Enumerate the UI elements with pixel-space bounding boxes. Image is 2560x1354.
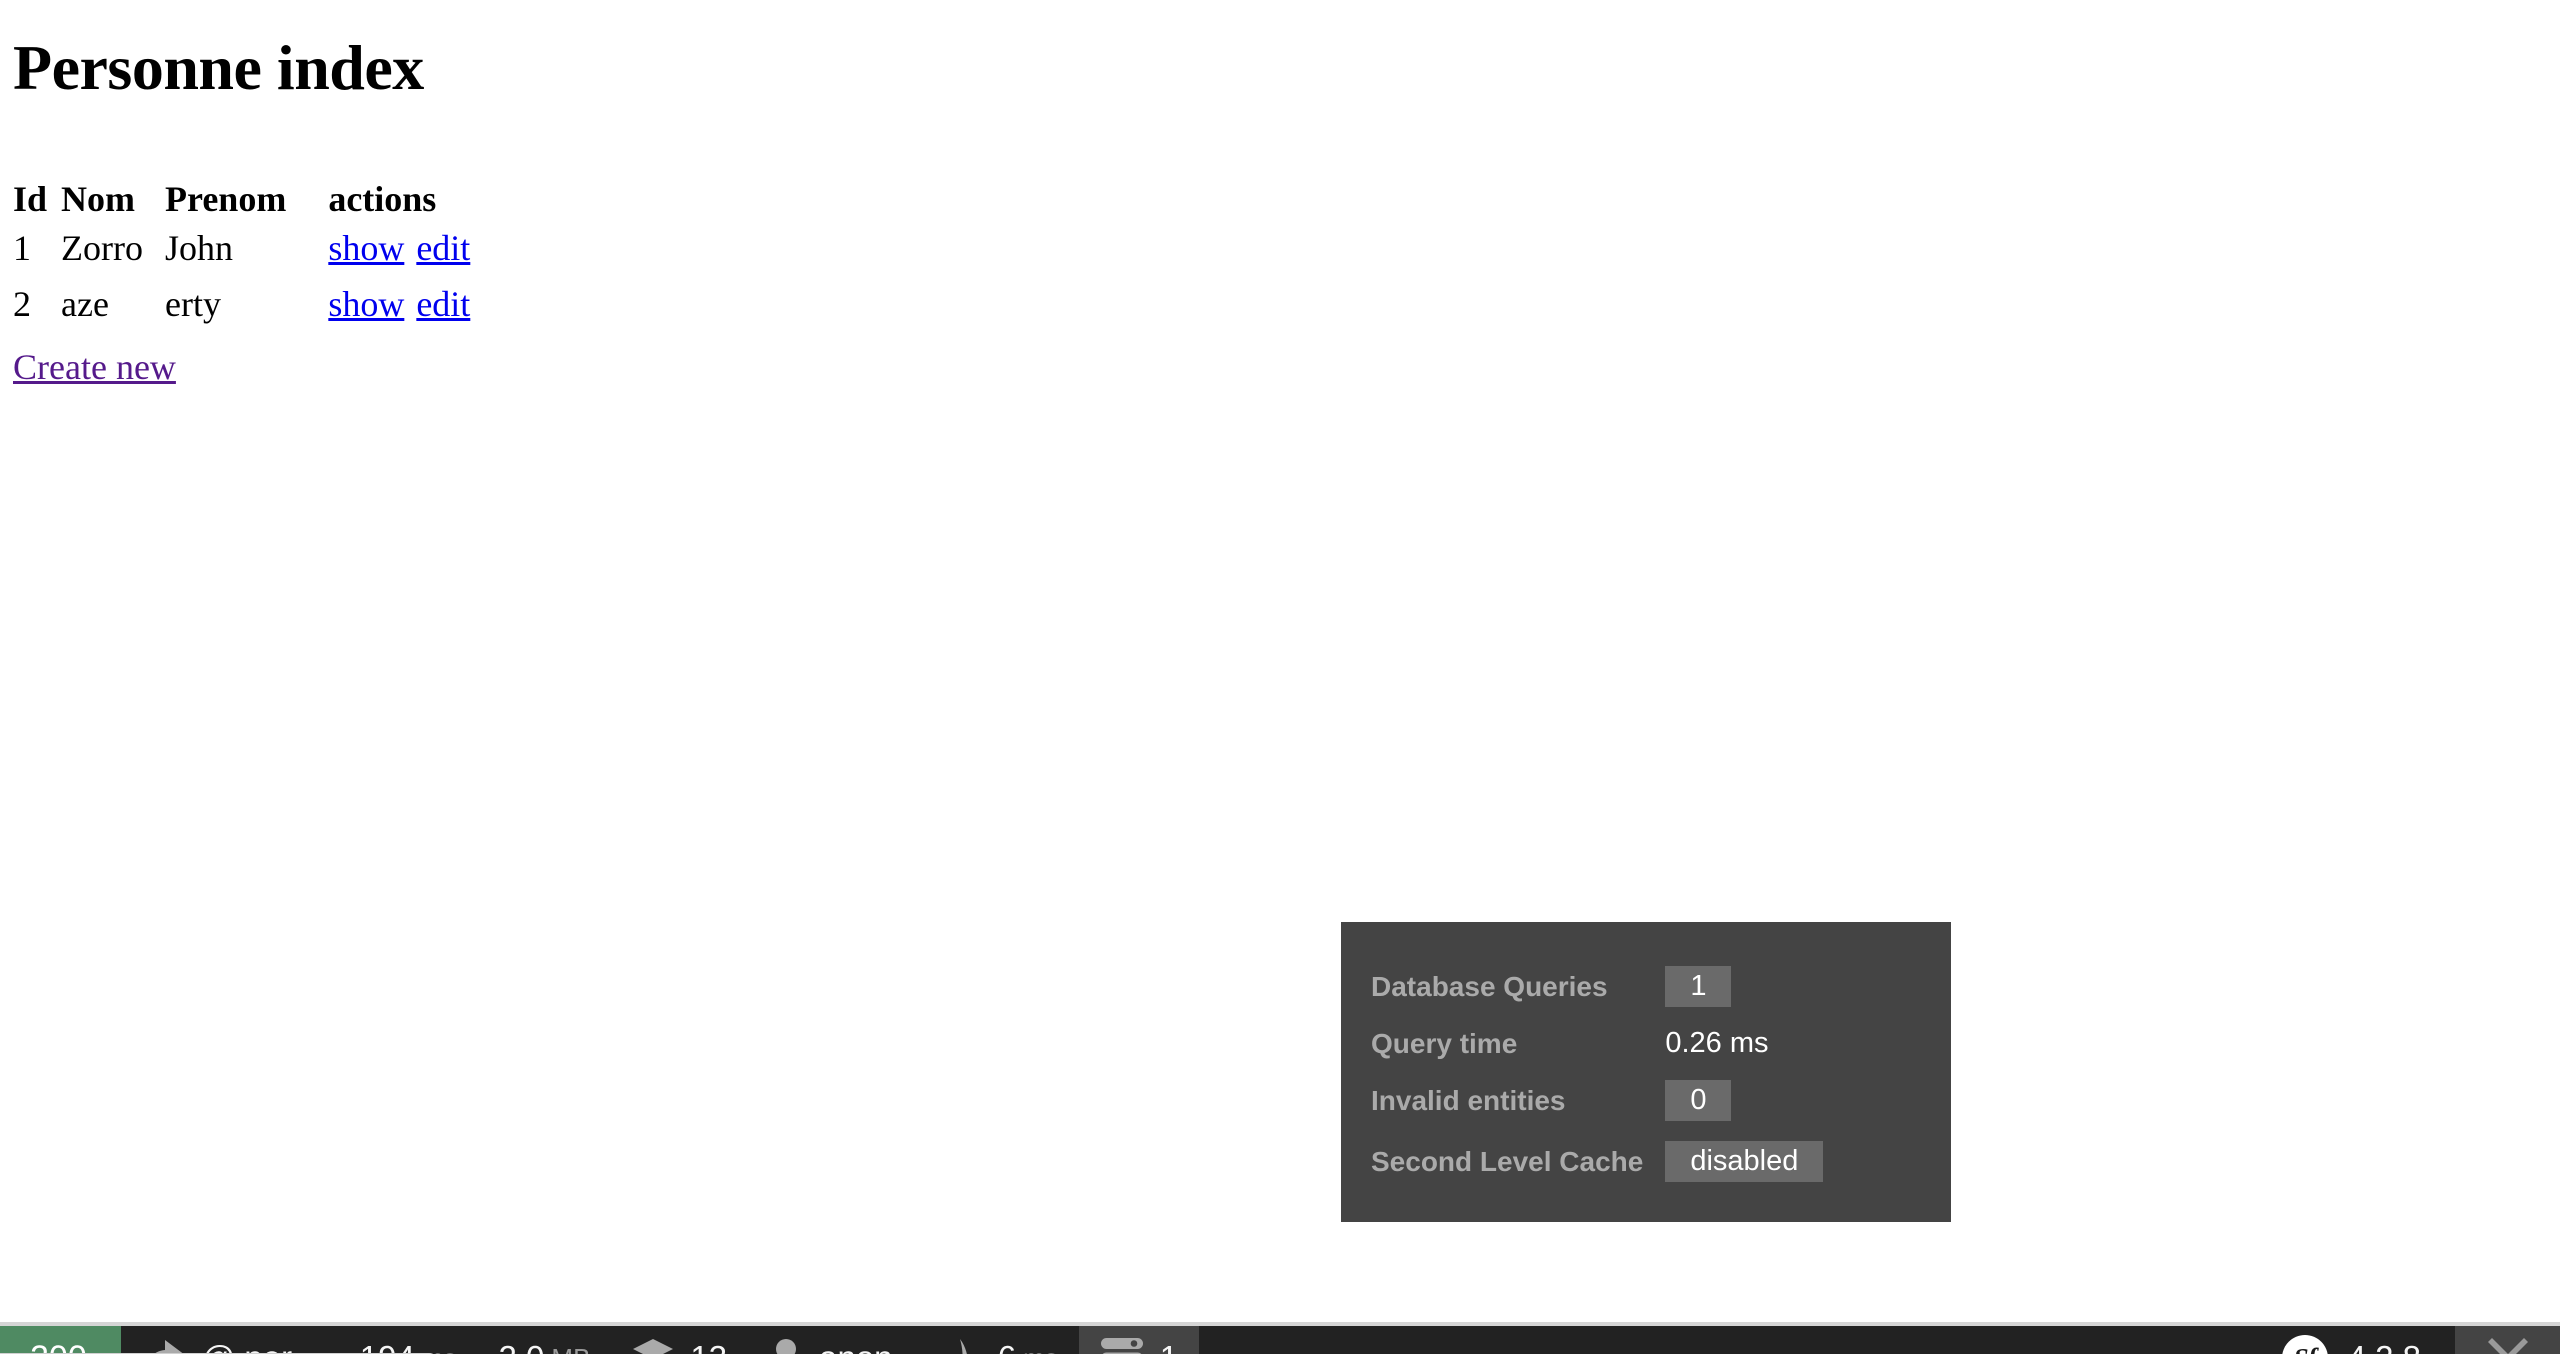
db-metric-value: 0 — [1665, 1070, 1823, 1131]
cell-actions: show edit — [308, 221, 470, 276]
twig-value: 6 — [998, 1339, 1016, 1354]
cell-id: 1 — [13, 228, 31, 269]
cell-actions: show edit — [308, 277, 470, 332]
page-title: Personne index — [13, 32, 424, 103]
cell-prenom: erty — [165, 283, 221, 324]
query-time-value: 0.26 ms — [1665, 1027, 1769, 1059]
column-header-id: Id — [13, 179, 48, 219]
show-link[interactable]: show — [328, 228, 404, 268]
symfony-version-value: 4.2.8 — [2348, 1339, 2421, 1354]
db-metric-row: Query time 0.26 ms — [1371, 1017, 1823, 1070]
toolbar-user[interactable]: anon. — [748, 1326, 923, 1354]
database-value: 1 — [1160, 1339, 1178, 1354]
column-header-actions: actions — [328, 179, 437, 219]
toolbar-cache[interactable]: 13 — [611, 1326, 748, 1354]
table-row: 2 aze erty show edit — [13, 277, 470, 332]
memory-value: 2.0 — [499, 1339, 545, 1354]
database-icon — [1100, 1337, 1144, 1354]
route-label: @ per... — [202, 1339, 318, 1354]
page-content: Personne index Id Nom Prenom actions 1 Z… — [0, 36, 2560, 388]
invalid-entities-value: 0 — [1665, 1080, 1732, 1121]
toolbar-status-code[interactable]: 200 — [0, 1326, 121, 1354]
toolbar-symfony-version[interactable]: Sf 4.2.8 — [2261, 1326, 2455, 1354]
db-metric-label: Query time — [1371, 1027, 1518, 1059]
db-metrics-table: Database Queries 1 Query time 0.26 ms In… — [1371, 956, 1824, 1192]
symfony-web-debug-toolbar: 200 @ per... 194 ms 2.0 MB 13 — [0, 1322, 2560, 1354]
create-new-link[interactable]: Create new — [13, 346, 176, 388]
edit-link[interactable]: edit — [416, 228, 470, 268]
person-icon — [769, 1338, 803, 1354]
memory-unit: MB — [551, 1343, 590, 1354]
db-metric-value: disabled — [1665, 1131, 1824, 1192]
user-label: anon. — [819, 1339, 902, 1354]
db-metric-row: Second Level Cache disabled — [1371, 1131, 1824, 1192]
toolbar-route[interactable]: @ per... — [121, 1326, 339, 1354]
toolbar-database[interactable]: 1 — [1078, 1326, 1200, 1354]
db-metric-label: Second Level Cache — [1371, 1145, 1644, 1177]
column-header-prenom: Prenom — [165, 179, 287, 219]
second-level-cache-value: disabled — [1665, 1141, 1824, 1182]
twig-sprout-icon — [944, 1337, 982, 1354]
cell-nom: aze — [61, 283, 109, 324]
close-icon — [2485, 1335, 2531, 1354]
db-queries-value: 1 — [1665, 966, 1732, 1007]
toolbar-memory[interactable]: 2.0 MB — [478, 1326, 612, 1354]
cell-nom: Zorro — [61, 228, 143, 269]
db-metric-label: Invalid entities — [1371, 1084, 1566, 1116]
toolbar-twig[interactable]: 6 ms — [923, 1326, 1079, 1354]
show-link[interactable]: show — [328, 284, 404, 324]
db-metric-label: Database Queries — [1371, 970, 1608, 1002]
db-details-popup: Database Queries 1 Query time 0.26 ms In… — [1341, 922, 1951, 1222]
status-code-value: 200 — [30, 1339, 87, 1354]
close-toolbar-button[interactable] — [2455, 1326, 2560, 1354]
layers-icon — [632, 1338, 674, 1354]
cell-id: 2 — [13, 283, 31, 324]
toolbar-duration[interactable]: 194 ms — [339, 1326, 478, 1354]
cell-prenom: John — [165, 228, 234, 269]
personne-table: Id Nom Prenom actions 1 Zorro John show e… — [13, 178, 470, 332]
column-header-nom: Nom — [61, 179, 136, 219]
twig-unit: ms — [1023, 1343, 1058, 1354]
route-arrow-icon — [142, 1338, 186, 1354]
table-row: 1 Zorro John show edit — [13, 221, 470, 276]
db-metric-value: 1 — [1665, 956, 1823, 1017]
db-metric-value: 0.26 ms — [1665, 1017, 1823, 1070]
cache-value: 13 — [690, 1339, 727, 1354]
edit-link[interactable]: edit — [416, 284, 470, 324]
duration-value: 194 — [360, 1339, 415, 1354]
db-metric-row: Database Queries 1 — [1371, 956, 1823, 1017]
db-metric-row: Invalid entities 0 — [1371, 1070, 1823, 1131]
symfony-logo-icon: Sf — [2281, 1335, 2328, 1354]
table-header-row: Id Nom Prenom actions — [13, 178, 470, 221]
